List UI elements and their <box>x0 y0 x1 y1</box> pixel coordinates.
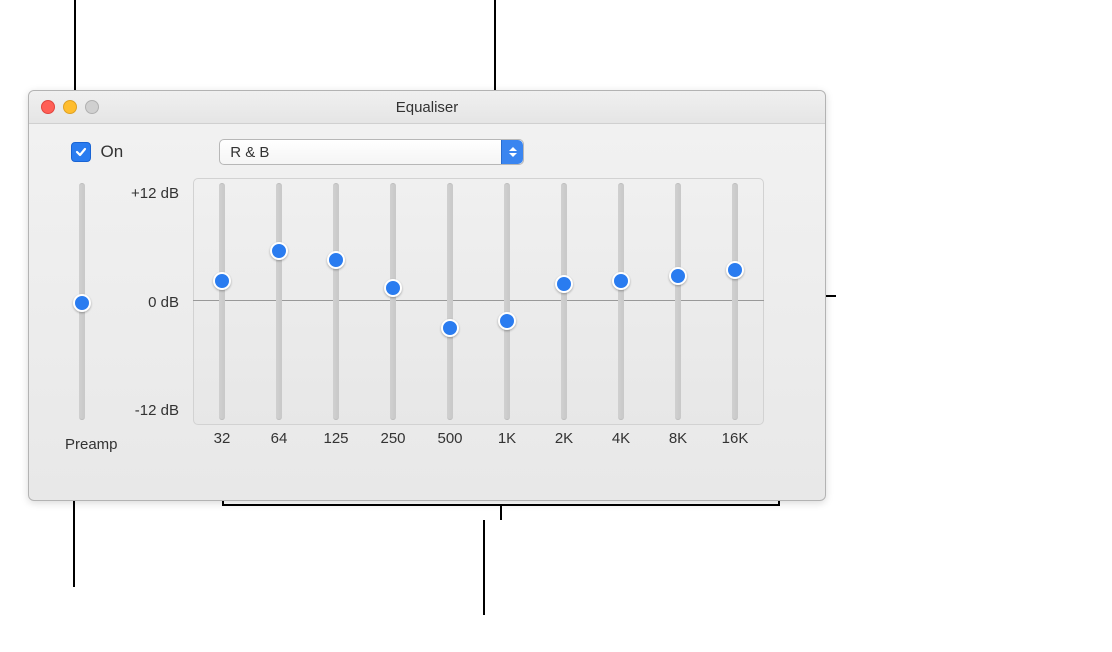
select-stepper-icon <box>501 140 523 164</box>
band-knob-250[interactable] <box>384 279 402 297</box>
preset-select[interactable]: R & B <box>219 139 524 165</box>
band-freq-label: 1K <box>498 430 516 447</box>
preset-value: R & B <box>220 144 501 161</box>
band-freq-label: 32 <box>214 430 231 447</box>
band-freq-label: 64 <box>271 430 288 447</box>
band-knob-4K[interactable] <box>612 272 630 290</box>
callout-line <box>73 497 75 587</box>
band-freq-label: 8K <box>669 430 687 447</box>
band-1K: 1K <box>490 183 524 447</box>
chevron-up-icon <box>509 147 517 151</box>
window-title: Equaliser <box>29 99 825 116</box>
callout-line <box>483 520 485 615</box>
band-knob-32[interactable] <box>213 272 231 290</box>
preamp-knob[interactable] <box>73 294 91 312</box>
band-knob-8K[interactable] <box>669 267 687 285</box>
band-slider-2K[interactable] <box>561 183 567 420</box>
band-4K: 4K <box>604 183 638 447</box>
band-knob-125[interactable] <box>327 251 345 269</box>
equaliser-window: Equaliser On R & B <box>28 90 826 501</box>
band-8K: 8K <box>661 183 695 447</box>
band-slider-4K[interactable] <box>618 183 624 420</box>
preamp-slider[interactable] <box>79 183 85 420</box>
band-knob-500[interactable] <box>441 319 459 337</box>
band-slider-16K[interactable] <box>732 183 738 420</box>
band-slider-32[interactable] <box>219 183 225 420</box>
on-checkbox[interactable] <box>71 142 91 162</box>
band-slider-125[interactable] <box>333 183 339 420</box>
band-2K: 2K <box>547 183 581 447</box>
band-250: 250 <box>376 183 410 447</box>
band-slider-250[interactable] <box>390 183 396 420</box>
band-freq-label: 4K <box>612 430 630 447</box>
db-scale: +12 dB 0 dB -12 dB <box>111 183 187 420</box>
band-slider-500[interactable] <box>447 183 453 420</box>
band-slider-1K[interactable] <box>504 183 510 420</box>
band-freq-label: 125 <box>323 430 348 447</box>
band-16K: 16K <box>718 183 752 447</box>
db-min-label: -12 dB <box>135 402 179 420</box>
band-125: 125 <box>319 183 353 447</box>
band-freq-label: 500 <box>437 430 462 447</box>
band-500: 500 <box>433 183 467 447</box>
band-knob-1K[interactable] <box>498 312 516 330</box>
chevron-down-icon <box>509 153 517 157</box>
check-icon <box>74 145 88 159</box>
band-knob-16K[interactable] <box>726 261 744 279</box>
band-32: 32 <box>205 183 239 447</box>
band-64: 64 <box>262 183 296 447</box>
band-knob-64[interactable] <box>270 242 288 260</box>
band-freq-label: 16K <box>722 430 749 447</box>
band-slider-64[interactable] <box>276 183 282 420</box>
db-zero-label: 0 dB <box>148 294 179 312</box>
band-knob-2K[interactable] <box>555 275 573 293</box>
titlebar[interactable]: Equaliser <box>29 91 825 124</box>
on-label: On <box>101 142 124 162</box>
preamp-label: Preamp <box>65 436 118 453</box>
band-slider-8K[interactable] <box>675 183 681 420</box>
band-freq-label: 250 <box>380 430 405 447</box>
db-max-label: +12 dB <box>131 185 179 203</box>
band-freq-label: 2K <box>555 430 573 447</box>
